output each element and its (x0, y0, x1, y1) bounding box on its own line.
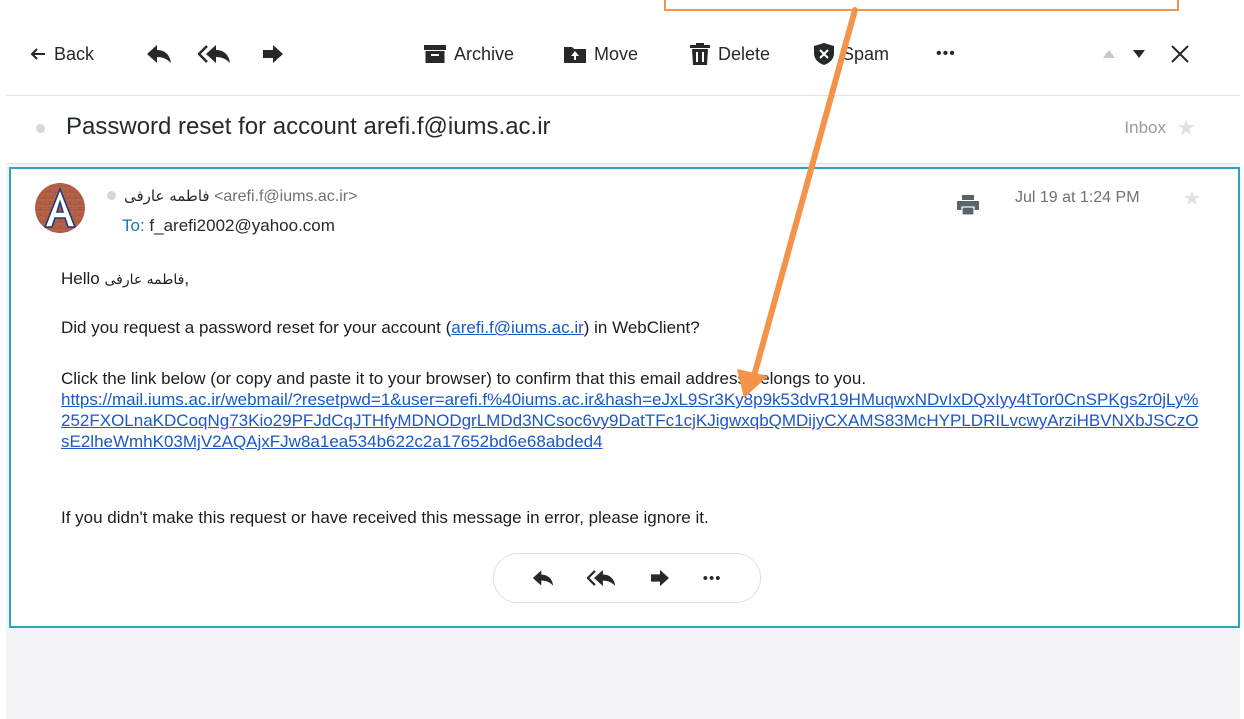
message-toolbar: Back Archive Move Delete Spam ••• (6, 0, 1240, 96)
closing-paragraph: If you didn't make this request or have … (61, 508, 709, 527)
avatar-a-icon (35, 183, 85, 233)
shield-icon (814, 43, 834, 65)
page: Back Archive Move Delete Spam ••• Passwo… (0, 0, 1244, 719)
spam-label: Spam (842, 43, 890, 64)
more-actions-button[interactable]: ••• (936, 40, 956, 68)
forward-button[interactable] (262, 40, 284, 68)
annotation-box (664, 0, 1179, 11)
folder-label[interactable]: Inbox (1124, 118, 1166, 138)
move-folder-icon (564, 47, 586, 63)
delete-label: Delete (718, 43, 771, 64)
greeting: Hello فاطمه عارفی, (61, 269, 189, 290)
close-button[interactable] (1170, 40, 1190, 68)
more-dots-icon: ••• (702, 569, 722, 587)
caret-down-icon (1133, 50, 1145, 58)
question-before: Did you request a password reset for you… (61, 318, 452, 337)
more-dots-icon: ••• (936, 45, 956, 62)
subject-bar: Password reset for account arefi.f@iums.… (6, 96, 1240, 164)
reply-all-icon (587, 570, 616, 586)
close-icon (1171, 45, 1189, 63)
quick-actions: ••• (493, 553, 761, 603)
move-label: Move (594, 43, 639, 64)
reply-button[interactable] (146, 40, 172, 68)
printer-icon (957, 195, 979, 216)
sender-line: فاطمه عارفی <arefi.f@iums.ac.ir> (107, 187, 357, 206)
greeting-name: فاطمه عارفی (104, 272, 185, 288)
message-card: فاطمه عارفی <arefi.f@iums.ac.ir> To: f_a… (9, 167, 1240, 628)
archive-label: Archive (454, 43, 515, 64)
caret-up-icon (1103, 50, 1115, 58)
move-button[interactable]: Move (564, 40, 638, 68)
sender-email[interactable]: <arefi.f@iums.ac.ir> (214, 188, 357, 205)
archive-button[interactable]: Archive (424, 40, 514, 68)
presence-dot-icon (107, 191, 116, 200)
instruction-paragraph: Click the link below (or copy and paste … (61, 369, 867, 388)
sender-avatar[interactable] (35, 183, 85, 233)
spam-button[interactable]: Spam (814, 40, 889, 68)
back-label: Back (54, 43, 95, 64)
archive-icon (424, 45, 446, 63)
greeting-suffix: , (184, 269, 190, 288)
next-message-button[interactable] (1132, 40, 1146, 68)
recipient-line: To: f_arefi2002@yahoo.com (122, 216, 335, 236)
forward-icon (263, 45, 283, 63)
delete-button[interactable]: Delete (690, 40, 770, 68)
reply-icon (533, 570, 554, 586)
greeting-prefix: Hello (61, 269, 105, 288)
message-star-icon[interactable]: ★ (1183, 186, 1201, 211)
to-label: To: (122, 216, 145, 235)
trash-icon (690, 43, 710, 65)
reset-link[interactable]: https://mail.iums.ac.ir/webmail/?resetpw… (61, 389, 1201, 452)
reply-icon (147, 45, 171, 63)
reply-all-icon (198, 45, 230, 63)
unread-dot-icon[interactable] (36, 124, 45, 133)
forward-icon (650, 569, 669, 587)
question-after: ) in WebClient? (583, 318, 700, 337)
back-button[interactable]: Back (30, 40, 94, 68)
recipient-address[interactable]: f_arefi2002@yahoo.com (149, 216, 334, 235)
account-email-link[interactable]: arefi.f@iums.ac.ir (451, 318, 584, 337)
forward-button[interactable] (650, 569, 670, 587)
reply-button[interactable] (532, 569, 554, 587)
previous-message-button[interactable] (1102, 40, 1116, 68)
message-date: Jul 19 at 1:24 PM (1015, 189, 1140, 206)
sender-name[interactable]: فاطمه عارفی (124, 187, 210, 205)
question-paragraph: Did you request a password reset for you… (61, 318, 700, 338)
star-icon[interactable]: ★ (1176, 115, 1196, 141)
reply-all-button[interactable] (587, 569, 617, 587)
reply-all-button[interactable] (198, 40, 232, 68)
more-actions-button[interactable]: ••• (703, 570, 722, 587)
print-button[interactable] (957, 195, 979, 220)
subject-title: Password reset for account arefi.f@iums.… (66, 113, 551, 140)
arrow-left-icon (30, 48, 45, 60)
